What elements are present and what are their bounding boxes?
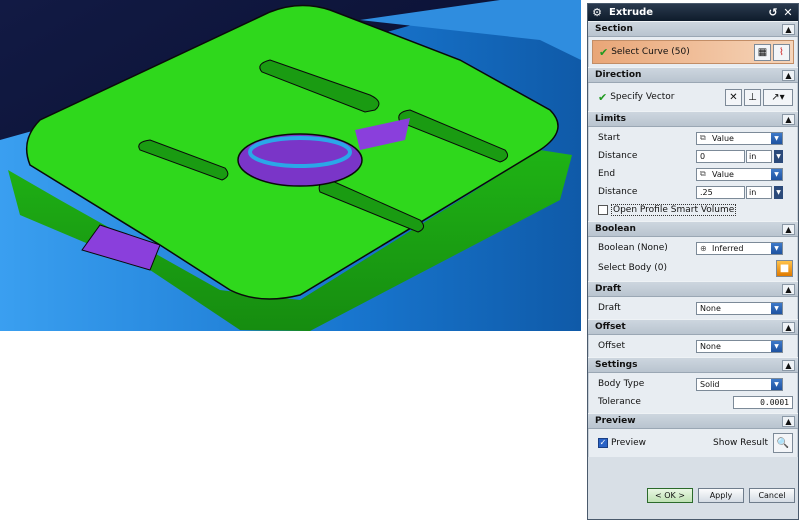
collapse-icon[interactable]: ▲ [782,69,795,81]
collapse-icon[interactable]: ▲ [782,359,795,371]
dialog-titlebar[interactable]: ⚙ Extrude ↺ ✕ [588,4,798,21]
solid-body-icon[interactable]: ■ [776,259,793,277]
select-curve-row[interactable]: ✔ Select Curve (50) ▦ ⌇ [592,40,794,64]
extrude-dialog: ⚙ Extrude ↺ ✕ Section ▲ ✔ Select Curve (… [587,3,799,520]
vector-dialog-icon[interactable]: ⊥ [744,88,761,106]
chevron-down-icon[interactable]: ▼ [771,378,782,390]
check-icon: ✔ [599,45,609,59]
collapse-icon[interactable]: ▲ [782,223,795,235]
section-header-settings[interactable]: Settings ▲ [588,357,798,373]
collapse-icon[interactable]: ▲ [782,23,795,35]
vector-type-icon[interactable]: ↗▾ [763,88,793,106]
offset-dropdown[interactable]: None ▼ [696,339,783,353]
ok-button[interactable]: < OK > [647,488,693,503]
magnifier-icon[interactable]: 🔍 [773,433,793,453]
offset-row: Offset None ▼ [589,337,797,355]
open-profile-label: Open Profile Smart Volume [611,204,737,216]
end-unit[interactable]: in [746,185,772,199]
end-distance-row: Distance .25 in ▼ [589,183,797,201]
chevron-down-icon[interactable]: ▼ [771,242,782,254]
gear-icon[interactable]: ⚙ [591,6,603,19]
collapse-icon[interactable]: ▲ [782,321,795,333]
collapse-icon[interactable]: ▲ [782,113,795,125]
section-header-preview[interactable]: Preview ▲ [588,413,798,429]
start-dropdown[interactable]: ⧉ Value ▼ [696,131,783,145]
curve-icon[interactable]: ⌇ [773,43,790,61]
collapse-icon[interactable]: ▲ [782,415,795,427]
value-icon: ⧉ [700,169,706,178]
preview-checkbox[interactable]: ✓ [598,438,608,448]
section-header-limits[interactable]: Limits ▲ [588,111,798,127]
chevron-down-icon[interactable]: ▼ [771,340,782,352]
boolean-inferred-icon: ⊕ [700,243,707,253]
chevron-down-icon[interactable]: ▼ [771,168,782,180]
end-row: End ⧉ Value ▼ [589,165,797,183]
start-distance-input[interactable]: 0 [696,149,745,163]
tolerance-input[interactable]: 0.0001 [733,395,793,409]
select-curve-label: Select Curve (50) [611,47,690,57]
graphics-viewport[interactable] [0,0,581,331]
preview-label: Preview [611,438,647,448]
start-distance-row: Distance 0 in ▼ [589,147,797,165]
tolerance-row: Tolerance 0.0001 [589,393,797,411]
chevron-down-icon[interactable]: ▼ [774,149,783,163]
boolean-row: Boolean (None) ⊕ Inferred ▼ [589,239,797,257]
close-icon[interactable]: ✕ [781,6,795,19]
start-unit[interactable]: in [746,149,772,163]
draft-row: Draft None ▼ [589,299,797,317]
specify-vector-row[interactable]: ✔ Specify Vector ✕ ⊥ ↗▾ [589,85,797,109]
cancel-button[interactable]: Cancel [749,488,795,503]
chevron-down-icon[interactable]: ▼ [771,132,782,144]
section-header-offset[interactable]: Offset ▲ [588,319,798,335]
reverse-direction-icon[interactable]: ✕ [725,88,742,106]
chevron-down-icon[interactable]: ▼ [774,185,783,199]
check-icon: ✔ [598,90,608,104]
specify-vector-label: Specify Vector [610,92,675,102]
start-row: Start ⧉ Value ▼ [589,129,797,147]
model-view [0,0,581,331]
section-header-direction[interactable]: Direction ▲ [588,67,798,83]
end-dropdown[interactable]: ⧉ Value ▼ [696,167,783,181]
section-header-draft[interactable]: Draft ▲ [588,281,798,297]
section-header-boolean[interactable]: Boolean ▲ [588,221,798,237]
preview-row: ✓ Preview Show Result 🔍 [589,431,797,455]
sketch-section-icon[interactable]: ▦ [754,43,771,61]
open-profile-checkbox[interactable] [598,205,608,215]
apply-button[interactable]: Apply [698,488,744,503]
show-result-label: Show Result [713,438,768,448]
section-header-section[interactable]: Section ▲ [588,21,798,37]
open-profile-row[interactable]: Open Profile Smart Volume [589,201,797,219]
select-body-row[interactable]: Select Body (0) ■ [589,257,797,279]
body-type-row: Body Type Solid ▼ [589,375,797,393]
body-type-dropdown[interactable]: Solid ▼ [696,377,783,391]
dialog-title: Extrude [609,7,654,18]
dialog-buttons: < OK > Apply Cancel [588,488,798,505]
draft-dropdown[interactable]: None ▼ [696,301,783,315]
value-icon: ⧉ [700,133,706,142]
end-distance-input[interactable]: .25 [696,185,745,199]
chevron-down-icon[interactable]: ▼ [771,302,782,314]
boolean-dropdown[interactable]: ⊕ Inferred ▼ [696,241,783,255]
collapse-icon[interactable]: ▲ [782,283,795,295]
reset-icon[interactable]: ↺ [766,6,780,19]
